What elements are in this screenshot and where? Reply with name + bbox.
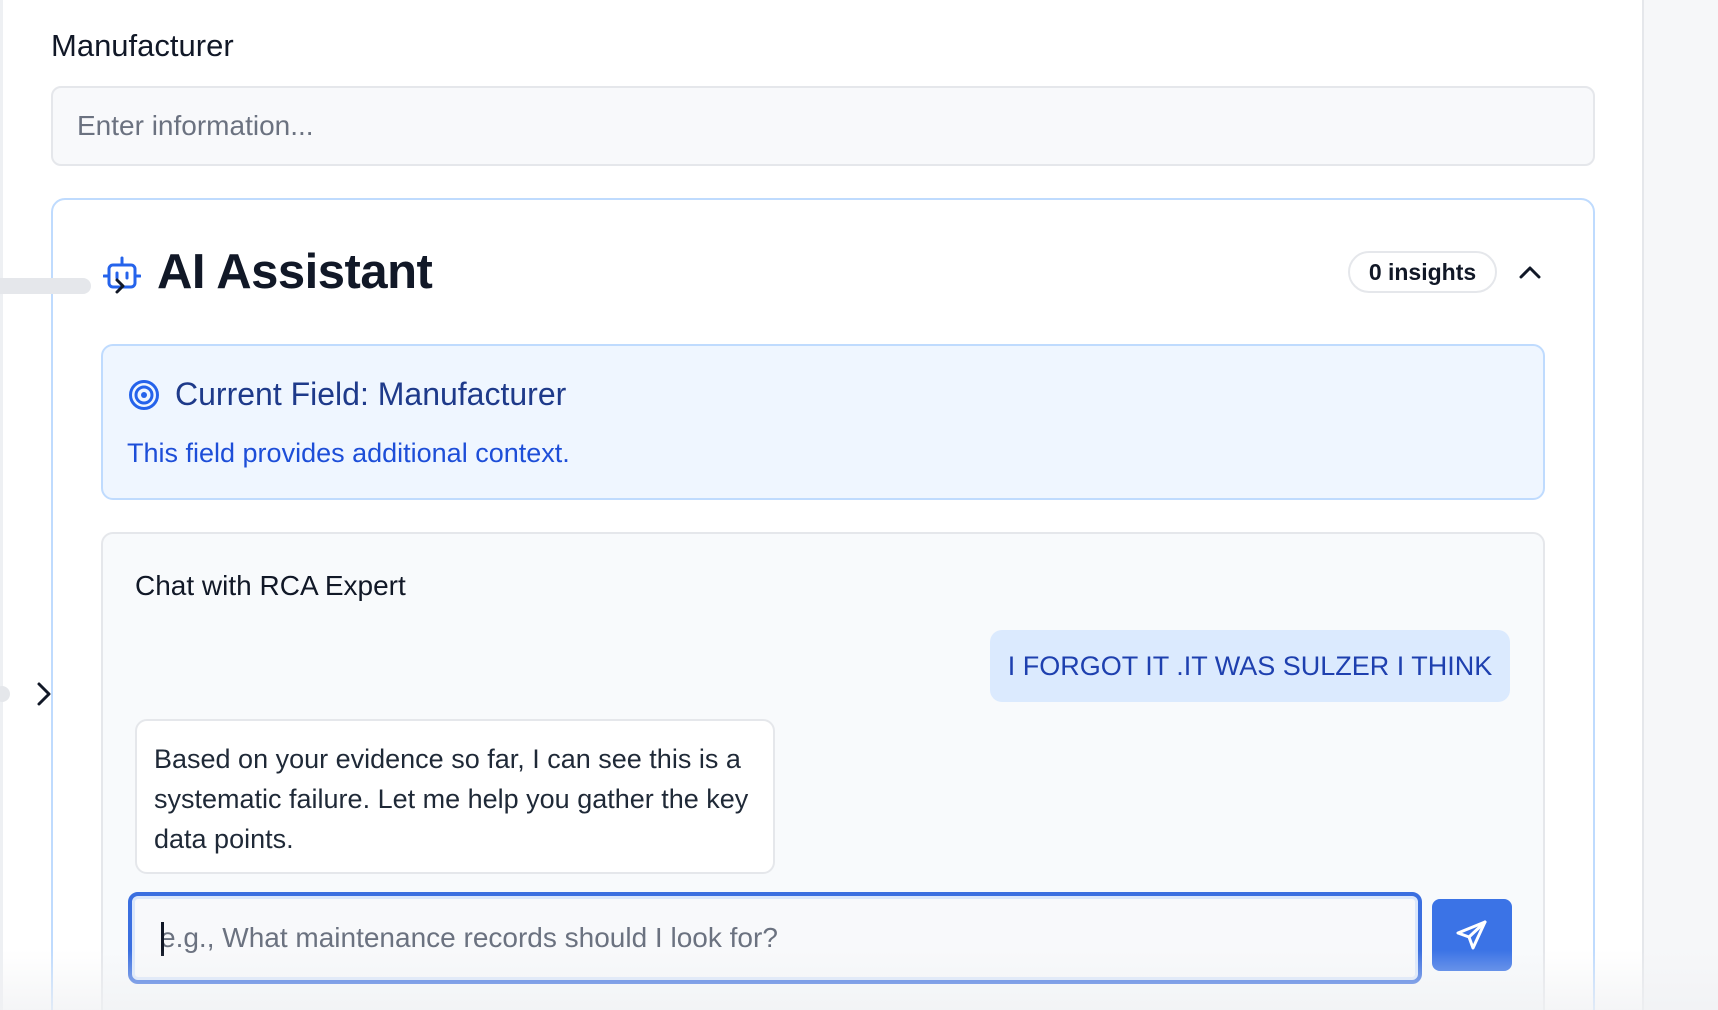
chat-input[interactable] bbox=[128, 892, 1422, 984]
panel-left-border bbox=[0, 0, 3, 1010]
current-field-context bbox=[101, 344, 1545, 500]
send-icon bbox=[1456, 920, 1487, 950]
robot-icon bbox=[103, 256, 141, 294]
ai-assistant-title: AI Assistant bbox=[157, 245, 433, 299]
chevron-up-icon[interactable] bbox=[1516, 260, 1544, 284]
drag-handle[interactable] bbox=[0, 278, 91, 294]
context-title: Current Field: Manufacturer bbox=[175, 376, 567, 412]
send-button[interactable] bbox=[1432, 899, 1512, 971]
context-description: This field provides additional context. bbox=[127, 438, 570, 468]
target-icon bbox=[129, 380, 159, 410]
user-message: I FORGOT IT .IT WAS SULZER I THINK bbox=[990, 630, 1510, 702]
chevron-right-icon[interactable] bbox=[34, 680, 54, 708]
manufacturer-input[interactable] bbox=[51, 86, 1595, 166]
side-handle-dot bbox=[0, 686, 10, 702]
assistant-message: Based on your evidence so far, I can see… bbox=[135, 719, 775, 874]
chat-title: Chat with RCA Expert bbox=[135, 570, 406, 601]
right-scroll-gutter bbox=[1642, 0, 1718, 1010]
form-page: Manufacturer AI Assistant 0 insights Cur… bbox=[0, 0, 1718, 1010]
text-caret bbox=[161, 922, 164, 956]
manufacturer-label: Manufacturer bbox=[51, 28, 234, 63]
insights-badge: 0 insights bbox=[1348, 251, 1497, 293]
